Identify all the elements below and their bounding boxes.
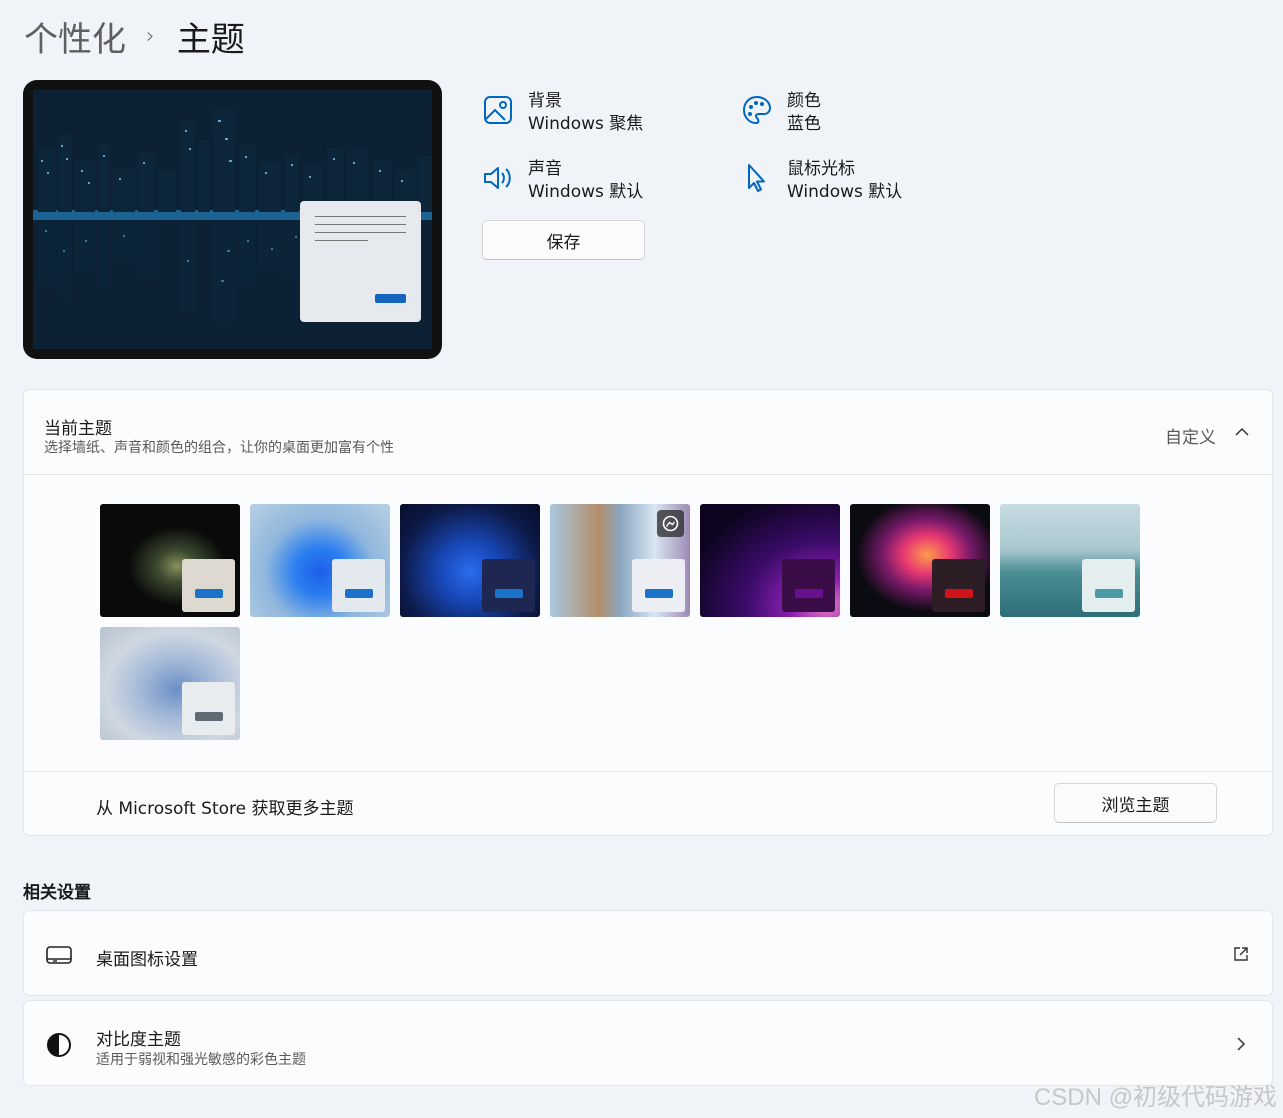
current-theme-value: 自定义 xyxy=(1165,428,1216,448)
preview-wallpaper xyxy=(33,90,432,349)
attr-cursor[interactable]: 鼠标光标 Windows 默认 xyxy=(741,158,902,204)
desktop-icon-settings-label: 桌面图标设置 xyxy=(96,950,198,970)
theme-accent-swatch xyxy=(195,712,223,721)
breadcrumb-separator-icon: › xyxy=(146,23,155,49)
current-theme-subtitle: 选择墙纸、声音和颜色的组合，让你的桌面更加富有个性 xyxy=(44,440,394,456)
theme-window-preview xyxy=(332,559,385,612)
theme-accent-swatch xyxy=(795,589,823,598)
theme-window-preview xyxy=(782,559,835,612)
browse-themes-button[interactable]: 浏览主题 xyxy=(1054,783,1217,823)
contrast-icon xyxy=(47,1033,71,1057)
chevron-up-icon[interactable] xyxy=(1234,424,1250,440)
open-external-icon xyxy=(1234,947,1248,961)
attr-color[interactable]: 颜色 蓝色 xyxy=(741,90,821,136)
theme-accent-swatch xyxy=(1095,589,1123,598)
theme-accent-swatch xyxy=(345,589,373,598)
preview-window xyxy=(300,201,421,322)
attr-background-label: 背景 xyxy=(528,91,562,111)
theme-window-preview xyxy=(182,682,235,735)
watermark: CSDN @初级代码游戏 xyxy=(1033,1084,1277,1111)
breadcrumb-parent[interactable]: 个性化 xyxy=(24,12,126,61)
theme-thumbnail[interactable] xyxy=(1000,504,1140,617)
theme-thumbnail[interactable] xyxy=(550,504,690,617)
theme-window-preview xyxy=(932,559,985,612)
theme-accent-swatch xyxy=(945,589,973,598)
chevron-right-icon xyxy=(1237,1037,1246,1051)
desktop-icon xyxy=(46,946,72,964)
attr-sound[interactable]: 声音 Windows 默认 xyxy=(482,158,643,204)
current-theme-panel: 当前主题 选择墙纸、声音和颜色的组合，让你的桌面更加富有个性 自定义 从 Mic… xyxy=(23,389,1273,836)
theme-thumbnail[interactable] xyxy=(400,504,540,617)
theme-thumbnail[interactable] xyxy=(100,627,240,740)
theme-window-preview xyxy=(1082,559,1135,612)
image-icon xyxy=(484,96,512,124)
save-button[interactable]: 保存 xyxy=(482,220,645,260)
theme-window-preview xyxy=(482,559,535,612)
attr-cursor-value: Windows 默认 xyxy=(787,182,903,202)
contrast-themes-label: 对比度主题 xyxy=(96,1030,181,1050)
theme-accent-swatch xyxy=(645,589,673,598)
attr-cursor-label: 鼠标光标 xyxy=(787,159,855,179)
attr-color-label: 颜色 xyxy=(787,91,821,111)
theme-thumbnail[interactable] xyxy=(100,504,240,617)
store-row: 从 Microsoft Store 获取更多主题 浏览主题 xyxy=(24,771,1272,835)
theme-accent-swatch xyxy=(495,589,523,598)
store-text: 从 Microsoft Store 获取更多主题 xyxy=(96,799,354,819)
contrast-themes-row[interactable]: 对比度主题 适用于弱视和强光敏感的彩色主题 xyxy=(23,1000,1273,1086)
theme-window-preview xyxy=(182,559,235,612)
theme-window-preview xyxy=(632,559,685,612)
current-theme-header[interactable]: 当前主题 选择墙纸、声音和颜色的组合，让你的桌面更加富有个性 自定义 xyxy=(24,390,1272,475)
palette-icon xyxy=(742,95,772,125)
desktop-icon-settings-row[interactable]: 桌面图标设置 xyxy=(23,910,1273,996)
theme-accent-swatch xyxy=(195,589,223,598)
attr-sound-value: Windows 默认 xyxy=(528,182,644,202)
theme-thumbnail[interactable] xyxy=(700,504,840,617)
breadcrumb: 个性化 › 主题 xyxy=(24,12,245,60)
page-title: 主题 xyxy=(176,19,245,60)
theme-thumbnail[interactable] xyxy=(250,504,390,617)
related-settings-title: 相关设置 xyxy=(23,883,91,903)
preview-accent-button xyxy=(375,294,406,303)
speaker-icon xyxy=(484,167,511,189)
attr-sound-label: 声音 xyxy=(528,159,562,179)
theme-preview xyxy=(23,80,442,359)
theme-thumbnail[interactable] xyxy=(850,504,990,617)
attr-background[interactable]: 背景 Windows 聚焦 xyxy=(482,90,643,136)
contrast-themes-description: 适用于弱视和强光敏感的彩色主题 xyxy=(96,1052,306,1068)
cursor-icon xyxy=(748,164,765,192)
current-theme-title: 当前主题 xyxy=(44,419,112,439)
attr-color-value: 蓝色 xyxy=(787,114,821,134)
attr-background-value: Windows 聚焦 xyxy=(528,114,644,134)
spotlight-badge-icon xyxy=(657,510,684,537)
